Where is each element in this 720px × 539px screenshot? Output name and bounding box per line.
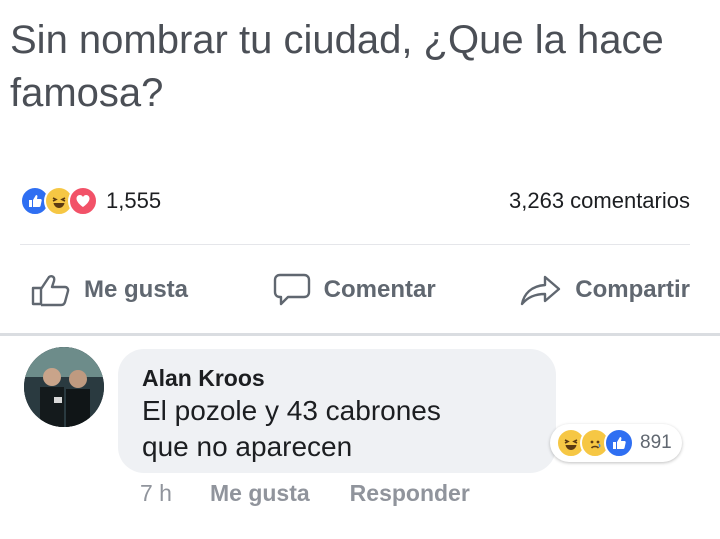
comment-bubble: Alan Kroos El pozole y 43 cabrones que n… [118,349,556,473]
comment-button[interactable]: Comentar [272,272,436,308]
comment-text-line: que no aparecen [142,431,353,462]
thumbs-up-icon [31,275,70,307]
action-bar: Me gusta Comentar Compartir [30,262,690,318]
speech-bubble-icon [273,273,310,306]
comment-reactions[interactable]: 891 [550,424,682,462]
like-button-label: Me gusta [84,276,189,303]
post-text: Sin nombrar tu ciudad, ¿Que la hace famo… [10,18,664,115]
love-icon [68,186,98,216]
avatar[interactable] [24,347,104,427]
like-button[interactable]: Me gusta [30,273,188,307]
comment-author[interactable]: Alan Kroos [142,363,532,393]
reaction-count[interactable]: 1,555 [106,188,161,214]
reaction-icons[interactable] [20,186,98,216]
reactions-summary: 1,555 3,263 comentarios [20,180,690,222]
comment-reply-link[interactable]: Responder [350,480,470,507]
divider [0,333,720,336]
reaction-group[interactable]: 1,555 [20,186,161,216]
comments-count[interactable]: 3,263 comentarios [509,188,690,214]
share-button-label: Compartir [575,276,690,303]
comment-button-label: Comentar [323,276,436,303]
comment-reaction-count: 891 [640,432,672,453]
divider [20,244,690,245]
comment-meta: 7 h Me gusta Responder [140,480,510,507]
comment-time[interactable]: 7 h [140,480,172,507]
share-button[interactable]: Compartir [519,273,690,307]
share-arrow-icon [521,275,561,306]
like-icon [604,428,634,458]
comment-like-link[interactable]: Me gusta [210,480,310,507]
avatar-photo [24,347,104,427]
comment-text-line: El pozole y 43 cabrones [142,395,441,426]
